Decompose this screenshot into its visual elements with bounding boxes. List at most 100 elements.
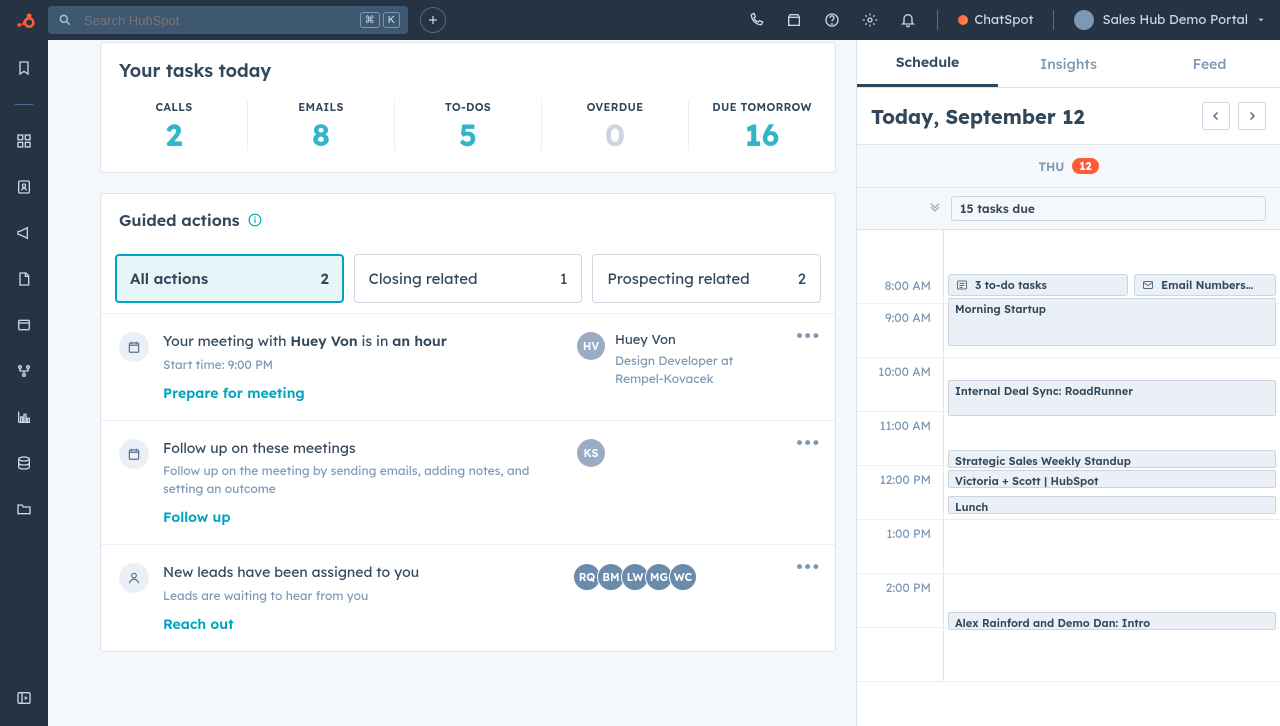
guided-tabs: All actions 2 Closing related 1 Prospect…	[101, 238, 835, 313]
tab-count: 2	[798, 269, 806, 288]
grid-icon[interactable]	[14, 131, 34, 151]
chart-icon[interactable]	[14, 407, 34, 427]
tasks-stats: CALLS 2 EMAILS 8 TO-DOS 5 OVERDUE 0 DUE …	[101, 92, 835, 172]
avatar[interactable]: HV	[577, 332, 605, 360]
event-morning-startup[interactable]: Morning Startup	[948, 298, 1276, 346]
stat-todos[interactable]: TO-DOS 5	[394, 100, 541, 150]
event-victoria[interactable]: Victoria + Scott | HubSpot	[948, 470, 1276, 488]
portal-avatar-icon	[1074, 10, 1094, 30]
chevron-down-icon	[927, 201, 943, 217]
prev-day-button[interactable]	[1202, 102, 1230, 130]
more-actions-button[interactable]: •••	[796, 431, 821, 454]
time-label: 8:00 AM	[857, 230, 943, 303]
folder-icon[interactable]	[14, 499, 34, 519]
day-label: THU	[1038, 159, 1064, 174]
center-column: Your tasks today CALLS 2 EMAILS 8 TO-DOS…	[48, 40, 856, 726]
tasks-due-pill[interactable]: 15 tasks due	[951, 196, 1266, 221]
stat-value: 2	[166, 120, 182, 150]
email-chip[interactable]: Email Numbers…	[1134, 274, 1276, 296]
chevron-down-icon	[1256, 15, 1266, 25]
stat-label: DUE TOMORROW	[712, 100, 812, 114]
followup-link[interactable]: Follow up	[163, 508, 563, 526]
topbar-right: ChatSpot Sales Hub Demo Portal	[747, 10, 1266, 30]
ticket-icon[interactable]	[14, 315, 34, 335]
bell-icon[interactable]	[899, 11, 917, 29]
tab-all-actions[interactable]: All actions 2	[115, 254, 344, 303]
stat-calls[interactable]: CALLS 2	[101, 100, 247, 150]
next-day-button[interactable]	[1238, 102, 1266, 130]
stat-label: OVERDUE	[587, 100, 644, 114]
database-icon[interactable]	[14, 453, 34, 473]
tab-label: Closing related	[369, 269, 478, 288]
expand-sidebar-icon[interactable]	[14, 688, 34, 708]
reachout-link[interactable]: Reach out	[163, 615, 563, 633]
kbd-shortcut: ⌘K	[360, 12, 400, 28]
contacts-icon[interactable]	[14, 177, 34, 197]
search-input[interactable]	[82, 12, 352, 29]
bookmark-icon[interactable]	[14, 58, 34, 78]
guided-item-followup: Follow up on these meetings Follow up on…	[101, 420, 835, 545]
topbar: ⌘K ChatSpot Sales Hub Demo Portal	[0, 0, 1280, 40]
avatar[interactable]: KS	[577, 439, 605, 467]
separator	[937, 10, 938, 30]
person-icon	[119, 563, 149, 593]
more-actions-button[interactable]: •••	[796, 555, 821, 578]
more-actions-button[interactable]: •••	[796, 324, 821, 347]
separator	[1053, 10, 1054, 30]
tasks-today-card: Your tasks today CALLS 2 EMAILS 8 TO-DOS…	[100, 42, 836, 173]
stat-label: CALLS	[155, 100, 192, 114]
stat-value: 5	[459, 120, 477, 150]
time-label: 2:00 PM	[857, 574, 943, 627]
time-label: 1:00 PM	[857, 520, 943, 573]
add-button[interactable]	[420, 7, 446, 33]
settings-icon[interactable]	[861, 11, 879, 29]
guided-item-meeting: Your meeting with Huey Von is in an hour…	[101, 313, 835, 420]
main: Your tasks today CALLS 2 EMAILS 8 TO-DOS…	[48, 40, 1280, 726]
event-lunch[interactable]: Lunch	[948, 496, 1276, 514]
tab-label: All actions	[130, 269, 208, 288]
chatspot-label: ChatSpot	[974, 12, 1033, 28]
megaphone-icon[interactable]	[14, 223, 34, 243]
tab-prospecting[interactable]: Prospecting related 2	[592, 254, 821, 303]
guided-item-title: Follow up on these meetings	[163, 439, 563, 459]
tab-feed[interactable]: Feed	[1139, 40, 1280, 87]
info-icon[interactable]	[248, 213, 262, 227]
avatar-stack[interactable]: RQ BM LW MG WC	[577, 563, 697, 591]
marketplace-icon[interactable]	[785, 11, 803, 29]
stat-emails[interactable]: EMAILS 8	[247, 100, 394, 150]
guided-item-title: New leads have been assigned to you	[163, 563, 563, 583]
left-sidebar	[0, 40, 48, 726]
prepare-link[interactable]: Prepare for meeting	[163, 384, 563, 402]
portal-switcher[interactable]: Sales Hub Demo Portal	[1074, 10, 1266, 30]
time-label: 11:00 AM	[857, 412, 943, 465]
stat-label: EMAILS	[298, 100, 343, 114]
stat-value: 16	[745, 120, 779, 150]
time-label: 10:00 AM	[857, 358, 943, 411]
tab-closing[interactable]: Closing related 1	[354, 254, 583, 303]
stat-label: TO-DOS	[445, 100, 491, 114]
calendar-grid: 8:00 AM 3 to-do tasks Email Numbers…	[857, 230, 1280, 726]
stat-due-tomorrow[interactable]: DUE TOMORROW 16	[688, 100, 835, 150]
guided-item-sub: Start time: 9:00 PM	[163, 356, 563, 374]
phone-icon[interactable]	[747, 11, 765, 29]
right-panel: Schedule Insights Feed Today, September …	[856, 40, 1280, 726]
workflow-icon[interactable]	[14, 361, 34, 381]
stat-value: 8	[312, 120, 330, 150]
contact-info: Huey Von Design Developer atRempel-Kovac…	[615, 332, 733, 388]
chatspot-link[interactable]: ChatSpot	[958, 12, 1033, 28]
stat-overdue[interactable]: OVERDUE 0	[541, 100, 688, 150]
stat-value: 0	[605, 120, 625, 150]
separator	[15, 104, 33, 105]
guided-list: Your meeting with Huey Von is in an hour…	[101, 313, 835, 651]
day-badge: 12	[1072, 158, 1098, 174]
event-deal-sync[interactable]: Internal Deal Sync: RoadRunner	[948, 380, 1276, 416]
document-icon[interactable]	[14, 269, 34, 289]
help-icon[interactable]	[823, 11, 841, 29]
chip-label: Email Numbers…	[1161, 278, 1253, 292]
global-search[interactable]: ⌘K	[48, 6, 408, 34]
tab-insights[interactable]: Insights	[998, 40, 1139, 87]
hubspot-logo-icon[interactable]	[14, 9, 36, 31]
tab-schedule[interactable]: Schedule	[857, 40, 998, 87]
todo-chip[interactable]: 3 to-do tasks	[948, 274, 1128, 296]
tasks-due-row[interactable]: 15 tasks due	[857, 188, 1280, 230]
